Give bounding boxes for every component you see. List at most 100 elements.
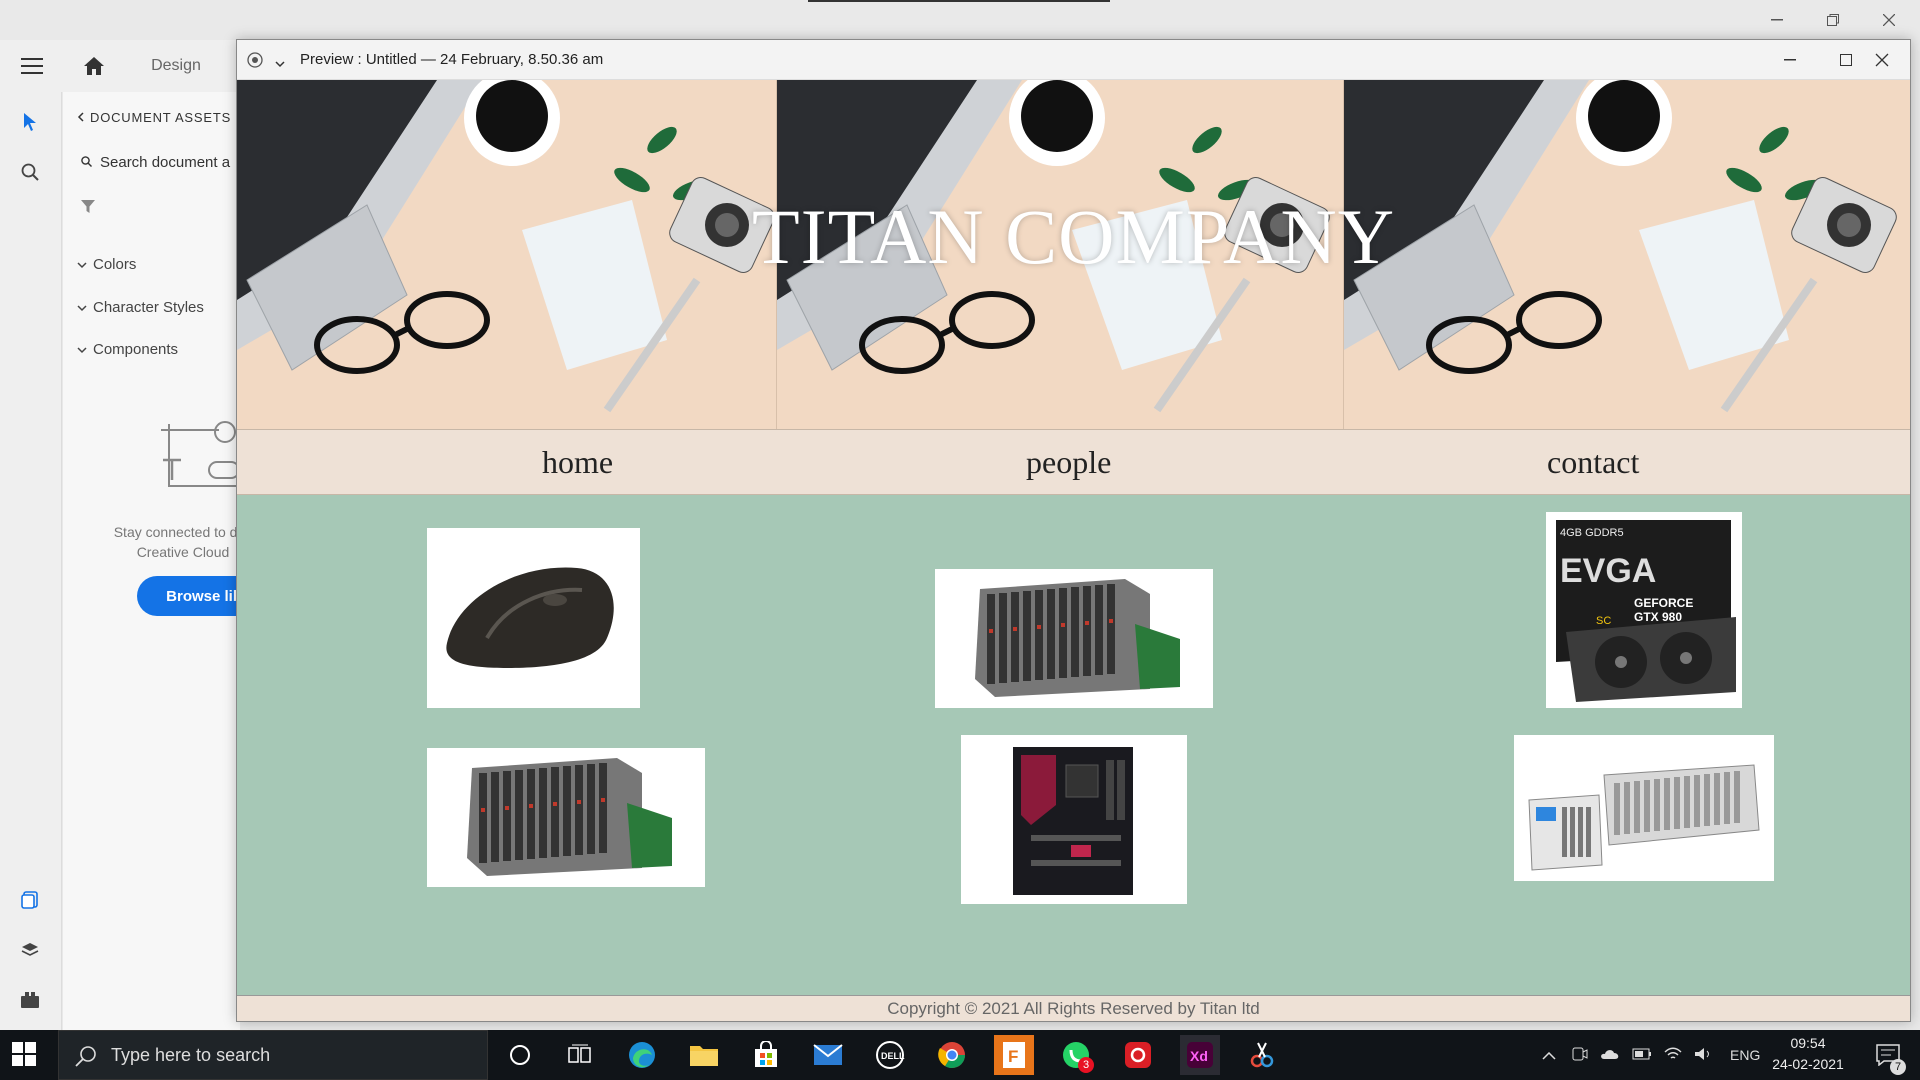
select-tool-icon[interactable] (14, 106, 46, 138)
assets-search-input[interactable]: Search document a (81, 154, 230, 171)
whatsapp-badge: 3 (1078, 1057, 1094, 1073)
whatsapp-icon[interactable]: 3 (1056, 1035, 1096, 1075)
notification-count-badge: 7 (1890, 1059, 1906, 1075)
motherboard-illustration (961, 735, 1187, 904)
plugins-icon[interactable] (14, 984, 46, 1016)
windows-taskbar: Type here to search DELL F 3 Xd ENG 09:5… (0, 1030, 1920, 1080)
assets-section-colors[interactable]: Colors (77, 256, 136, 273)
chevron-down-icon (77, 256, 87, 273)
snip-sketch-icon[interactable] (1242, 1035, 1282, 1075)
blade-server-illustration (427, 748, 705, 887)
gpu-brand-text: EVGA (1560, 552, 1656, 590)
product-motherboard-image[interactable] (961, 735, 1187, 904)
graphics-card-illustration: 4GB GDDR5 EVGA GEFORCEGTX 980 SC (1546, 512, 1742, 708)
pxi-chassis-illustration (1514, 735, 1774, 881)
chrome-icon[interactable] (932, 1035, 972, 1075)
mail-icon[interactable] (808, 1035, 848, 1075)
assets-icon[interactable] (14, 884, 46, 916)
windows-start-icon[interactable] (12, 1042, 38, 1068)
site-nav: home people contact (237, 429, 1910, 495)
volume-icon[interactable] (1694, 1047, 1712, 1064)
gpu-box-top-text: 4GB GDDR5 (1560, 527, 1624, 539)
edge-icon[interactable] (622, 1035, 662, 1075)
chevron-up-icon[interactable] (1542, 1047, 1556, 1063)
window-drag-indicator (808, 0, 1110, 2)
cortana-icon[interactable] (500, 1035, 540, 1075)
website-preview: TITAN COMPANY home people contact 4GB GD… (237, 80, 1910, 1021)
preview-window: Preview : Untitled — 24 February, 8.50.3… (236, 39, 1911, 1022)
product-mouse-image[interactable] (427, 528, 640, 708)
assets-section-label: Colors (93, 256, 137, 273)
battery-icon[interactable] (1632, 1047, 1652, 1063)
assets-section-components[interactable]: Components (77, 341, 178, 358)
product-graphics-card-image[interactable]: 4GB GDDR5 EVGA GEFORCE GTX 980 SC (1546, 512, 1742, 708)
creative-cloud-icon[interactable] (1118, 1035, 1158, 1075)
product-blade-server-image[interactable] (427, 748, 705, 887)
product-blade-server-image[interactable] (935, 569, 1213, 708)
nav-link-contact[interactable]: contact (1547, 444, 1639, 481)
onedrive-icon[interactable] (1600, 1047, 1620, 1063)
components-illustration-icon (159, 420, 240, 497)
search-icon (75, 1045, 97, 1072)
assets-panel-header[interactable]: DOCUMENT ASSETS (77, 110, 231, 125)
chevron-down-icon (77, 341, 87, 358)
gpu-badge-text: SC (1596, 615, 1611, 627)
search-icon[interactable] (14, 156, 46, 188)
close-icon[interactable] (1859, 46, 1905, 74)
chevron-left-icon (77, 110, 84, 125)
meet-now-icon[interactable] (1572, 1047, 1588, 1064)
notifications-icon[interactable]: 7 (1868, 1035, 1908, 1075)
record-icon[interactable] (247, 52, 263, 73)
clock-date: 24-02-2021 (1772, 1056, 1844, 1072)
filter-icon[interactable] (81, 200, 95, 219)
search-icon (81, 154, 92, 171)
language-indicator[interactable]: ENG (1730, 1047, 1760, 1063)
products-section: 4GB GDDR5 EVGA GEFORCE GTX 980 SC (237, 495, 1910, 995)
svg-text:DELL: DELL (881, 1051, 905, 1061)
minimize-icon[interactable] (1767, 46, 1813, 74)
svg-text:Xd: Xd (1190, 1048, 1208, 1064)
system-tray: ENG (1542, 1030, 1760, 1080)
taskbar-clock[interactable]: 09:54 24-02-2021 (1758, 1033, 1858, 1075)
document-assets-panel: DOCUMENT ASSETS Search document a Colors… (63, 92, 277, 1030)
assets-section-character-styles[interactable]: Character Styles (77, 299, 204, 316)
assets-section-label: Components (93, 341, 179, 358)
clock-time: 09:54 (1790, 1035, 1826, 1051)
app-toolbar: Design (0, 40, 240, 92)
adobe-xd-icon[interactable]: Xd (1180, 1035, 1220, 1075)
microsoft-store-icon[interactable] (746, 1035, 786, 1075)
file-explorer-icon[interactable] (684, 1035, 724, 1075)
nav-link-people[interactable]: people (1026, 444, 1111, 481)
hamburger-menu-icon[interactable] (16, 48, 48, 84)
minimize-icon[interactable] (1754, 6, 1800, 34)
task-view-icon[interactable] (560, 1035, 600, 1075)
product-pxi-chassis-image[interactable] (1514, 735, 1774, 881)
restore-icon[interactable] (1810, 6, 1856, 34)
chevron-down-icon (77, 299, 87, 316)
gpu-model-line1: GEFORCE (1634, 596, 1693, 610)
assets-section-label: Character Styles (93, 299, 204, 316)
preview-title: Preview : Untitled — 24 February, 8.50.3… (300, 51, 604, 68)
app-titlebar (0, 0, 1920, 40)
wifi-icon[interactable] (1664, 1047, 1682, 1064)
chevron-down-icon[interactable] (275, 55, 285, 73)
preview-titlebar: Preview : Untitled — 24 February, 8.50.3… (237, 40, 1910, 80)
taskbar-search-box[interactable]: Type here to search (58, 1030, 488, 1080)
mouse-illustration (427, 528, 640, 708)
close-icon[interactable] (1866, 6, 1912, 34)
assets-panel-title: DOCUMENT ASSETS (90, 110, 232, 125)
svg-text:F: F (1008, 1047, 1018, 1066)
layers-icon[interactable] (14, 934, 46, 966)
home-icon[interactable] (78, 48, 110, 84)
assets-search-placeholder: Search document a (100, 154, 231, 171)
screen: Design DOCUMENT ASSETS Search document a… (0, 0, 1920, 1080)
hero-title: TITAN COMPANY (751, 193, 1396, 280)
left-tool-rail (0, 92, 62, 1030)
dell-icon[interactable]: DELL (870, 1035, 910, 1075)
foxit-icon[interactable]: F (994, 1035, 1034, 1075)
design-mode-tab[interactable]: Design (146, 48, 206, 84)
nav-link-home[interactable]: home (542, 444, 613, 481)
gpu-model-line2: GTX 980 (1634, 610, 1682, 624)
taskbar-search-placeholder: Type here to search (111, 1045, 271, 1065)
site-footer: Copyright © 2021 All Rights Reserved by … (237, 995, 1910, 1021)
